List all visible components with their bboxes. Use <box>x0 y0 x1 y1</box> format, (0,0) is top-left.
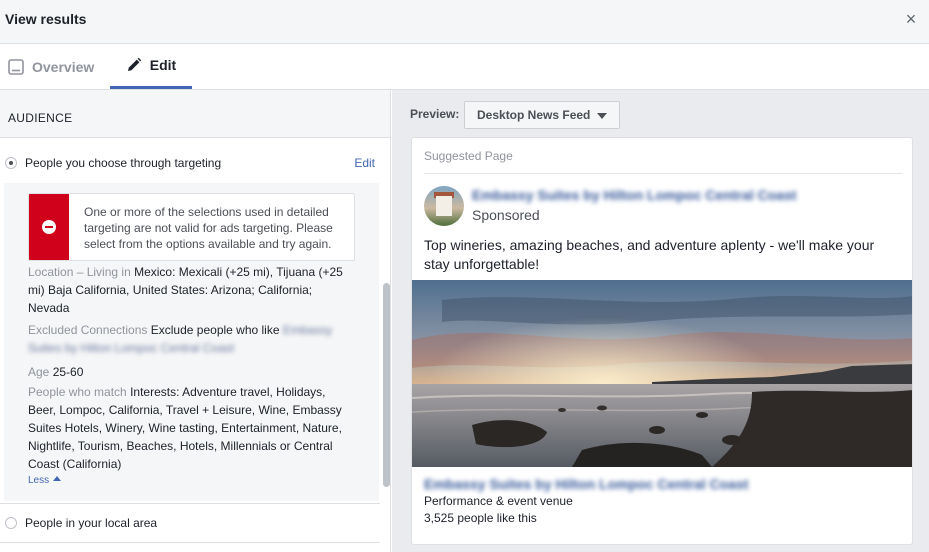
caret-up-icon <box>53 476 62 481</box>
location-line: Location – Living in Mexico: Mexicali (+… <box>28 263 353 317</box>
sponsored-label: Sponsored <box>472 207 540 223</box>
audience-section-title: AUDIENCE <box>8 111 73 125</box>
scrollbar-thumb[interactable] <box>383 283 390 487</box>
tab-overview[interactable]: Overview <box>8 44 104 89</box>
error-notice: One or more of the selections used in de… <box>28 193 355 261</box>
pencil-icon <box>126 57 142 73</box>
targeting-details: One or more of the selections used in de… <box>4 183 379 501</box>
dialog-header: View results × <box>0 0 929 44</box>
ad-image[interactable] <box>412 280 912 467</box>
tab-edit-label: Edit <box>149 57 177 73</box>
targeting-radio[interactable] <box>5 157 17 169</box>
location-key: Location – Living in <box>28 265 131 279</box>
interests-line: People who match Interests: Adventure tr… <box>28 383 353 473</box>
page-name-link[interactable]: Embassy Suites by Hilton Lompoc Central … <box>472 187 796 203</box>
excluded-value: Exclude people who like <box>150 323 280 337</box>
dialog-title: View results <box>5 11 87 27</box>
error-icon <box>29 194 69 260</box>
targeting-option-label: People you choose through targeting <box>25 156 222 170</box>
tablet-icon <box>8 58 24 75</box>
age-key: Age <box>28 365 50 379</box>
local-area-option-label: People in your local area <box>25 516 158 530</box>
local-area-radio[interactable] <box>5 517 17 529</box>
less-label: Less <box>28 475 50 486</box>
ad-preview-card: Suggested Page Embassy Suites by Hilton … <box>411 137 913 545</box>
age-line: Age 25-60 <box>28 363 353 381</box>
targeting-option-row[interactable]: People you choose through targeting Edit <box>0 143 380 183</box>
close-icon[interactable]: × <box>903 10 919 28</box>
footer-likes: 3,525 people like this <box>424 511 537 525</box>
footer-page-name-link[interactable]: Embassy Suites by Hilton Lompoc Central … <box>424 476 748 492</box>
tab-edit[interactable]: Edit <box>110 44 192 89</box>
excluded-key: Excluded Connections <box>28 323 148 337</box>
preview-panel: Preview: Desktop News Feed Suggested Pag… <box>392 90 929 552</box>
suggested-page-label: Suggested Page <box>424 149 513 163</box>
card-divider <box>424 173 902 174</box>
placement-value: Desktop News Feed <box>477 108 591 122</box>
audience-panel: AUDIENCE People you choose through targe… <box>0 90 391 552</box>
tab-overview-label: Overview <box>32 58 95 75</box>
footer-category: Performance & event venue <box>424 494 573 508</box>
ad-body-text: Top wineries, amazing beaches, and adven… <box>424 237 875 272</box>
edit-targeting-link[interactable]: Edit <box>354 156 375 170</box>
caret-down-icon <box>597 113 607 119</box>
preview-label: Preview: <box>410 107 460 121</box>
tab-bar: Overview Edit <box>0 44 929 90</box>
page-avatar[interactable] <box>424 186 464 226</box>
less-toggle[interactable]: Less <box>28 475 62 486</box>
error-message: One or more of the selections used in de… <box>84 205 333 251</box>
placement-dropdown[interactable]: Desktop News Feed <box>464 101 620 129</box>
people-match-key: People who match <box>28 385 127 399</box>
local-area-option-row[interactable]: People in your local area <box>0 503 380 543</box>
excluded-line: Excluded Connections Exclude people who … <box>28 321 353 357</box>
age-value: 25-60 <box>52 365 84 379</box>
